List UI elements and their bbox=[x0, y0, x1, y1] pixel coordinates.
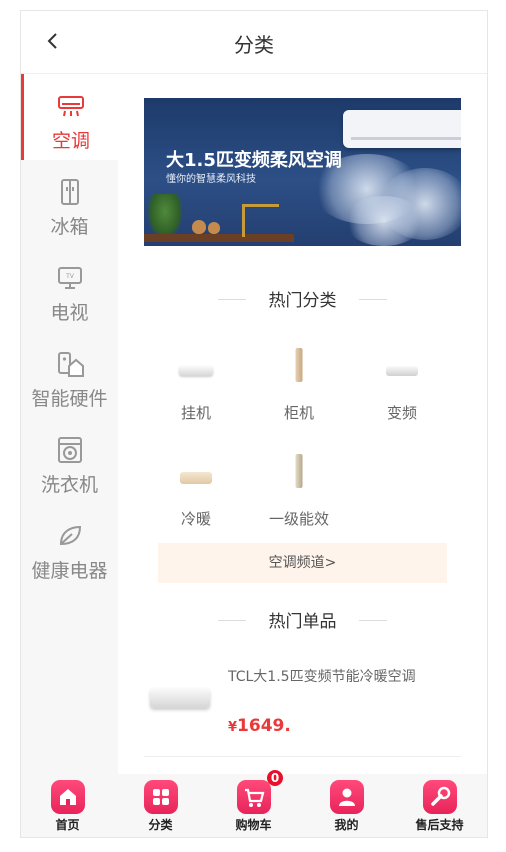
price-decimal: . bbox=[284, 716, 291, 736]
hot-categories-title: 热门分类 bbox=[118, 286, 487, 311]
home-icon bbox=[50, 780, 85, 814]
ac-channel-link[interactable]: 空调频道> bbox=[158, 543, 447, 583]
tab-home[interactable]: 首页 bbox=[21, 774, 114, 837]
svg-text:TV: TV bbox=[65, 273, 75, 280]
sidebar-item-label: 空调 bbox=[51, 130, 90, 152]
product-name: TCL大1.5匹变频节能冷暖空调 bbox=[228, 669, 416, 685]
cart-icon bbox=[236, 780, 271, 814]
hot-products-title: 热门单品 bbox=[118, 607, 487, 632]
air-conditioner-icon bbox=[57, 92, 85, 120]
tab-cart[interactable]: 购物车 bbox=[207, 774, 300, 837]
tab-label: 我的 bbox=[334, 818, 359, 832]
hot-category-item[interactable]: 挂机 bbox=[141, 342, 251, 432]
hot-category-item[interactable]: 一级能效 bbox=[244, 448, 354, 538]
promo-banner[interactable]: 大1.5匹变频柔风空调 懂你的智慧柔风科技 bbox=[144, 98, 461, 246]
vase-decoration bbox=[192, 220, 206, 234]
app-frame: 分类 空调 冰箱 TV 电视 智能硬件 洗衣机 健康电器 大1.5匹变频柔风空调… bbox=[20, 10, 488, 838]
tab-label: 购物车 bbox=[235, 818, 272, 832]
sidebar-item-washing-machine[interactable]: 洗衣机 bbox=[21, 418, 118, 504]
category-sidebar: 空调 冰箱 TV 电视 智能硬件 洗衣机 健康电器 bbox=[21, 74, 118, 774]
tab-label: 首页 bbox=[55, 818, 80, 832]
leaf-icon bbox=[56, 522, 84, 550]
page-title: 分类 bbox=[234, 33, 274, 57]
tab-label: 分类 bbox=[148, 818, 173, 832]
hot-category-item[interactable]: 变频 bbox=[347, 342, 457, 432]
wrench-icon bbox=[422, 780, 457, 814]
wall-ac-image bbox=[179, 366, 213, 376]
tab-category[interactable]: 分类 bbox=[114, 774, 207, 837]
sidebar-item-tv[interactable]: TV 电视 bbox=[21, 246, 118, 332]
sidebar-item-label: 电视 bbox=[50, 302, 89, 324]
sidebar-item-air-conditioner[interactable]: 空调 bbox=[21, 74, 118, 160]
vase-decoration bbox=[208, 222, 220, 234]
smart-home-icon bbox=[56, 350, 84, 378]
banner-headline: 大1.5匹变频柔风空调 bbox=[166, 150, 342, 171]
inverter-ac-image bbox=[386, 366, 418, 376]
user-icon bbox=[329, 780, 364, 814]
product-image bbox=[150, 688, 210, 708]
hot-category-label: 一级能效 bbox=[268, 510, 329, 528]
sidebar-item-label: 智能硬件 bbox=[31, 388, 108, 410]
hot-category-label: 挂机 bbox=[180, 404, 211, 422]
top-bar: 分类 bbox=[21, 11, 487, 74]
category-grid-icon bbox=[143, 780, 178, 814]
sidebar-item-label: 健康电器 bbox=[31, 560, 108, 582]
product-price: ¥1649. bbox=[228, 716, 291, 736]
tab-label: 售后支持 bbox=[415, 818, 464, 832]
airflow-cloud bbox=[344, 196, 424, 246]
sidebar-item-smart-hardware[interactable]: 智能硬件 bbox=[21, 332, 118, 418]
tab-after-sales[interactable]: 售后支持 bbox=[393, 774, 486, 837]
sidebar-item-health-appliance[interactable]: 健康电器 bbox=[21, 504, 118, 590]
category-content: 大1.5匹变频柔风空调 懂你的智慧柔风科技 热门分类 挂机 柜机 变频 冷暖 一… bbox=[118, 74, 487, 774]
bottom-tabbar: 首页 分类 购物车 我的 售后支持 bbox=[21, 774, 487, 837]
hot-category-label: 变频 bbox=[386, 404, 417, 422]
sidebar-item-label: 洗衣机 bbox=[40, 474, 98, 496]
fridge-icon bbox=[56, 178, 84, 206]
deer-figurine bbox=[242, 204, 279, 237]
tab-mine[interactable]: 我的 bbox=[300, 774, 393, 837]
air-conditioner-image bbox=[343, 110, 461, 148]
cart-count-badge: 0 bbox=[267, 770, 283, 786]
banner-subline: 懂你的智慧柔风科技 bbox=[166, 174, 256, 185]
plant-decoration bbox=[148, 194, 182, 238]
sidebar-item-label: 冰箱 bbox=[50, 216, 89, 238]
product-item[interactable]: TCL大1.5匹变频节能冷暖空调 ¥1649. bbox=[144, 648, 461, 757]
hot-category-item[interactable]: 柜机 bbox=[244, 342, 354, 432]
washing-machine-icon bbox=[56, 436, 84, 464]
tv-icon: TV bbox=[56, 264, 84, 292]
heating-cooling-ac-image bbox=[180, 472, 212, 484]
tower-ac-image bbox=[295, 348, 303, 382]
hot-category-label: 柜机 bbox=[283, 404, 314, 422]
hot-category-item[interactable]: 冷暖 bbox=[141, 448, 251, 538]
price-currency: ¥ bbox=[228, 720, 238, 735]
energy-efficient-ac-image bbox=[295, 454, 303, 488]
price-value: 1649 bbox=[237, 716, 285, 736]
hot-category-label: 冷暖 bbox=[180, 510, 211, 528]
sidebar-item-fridge[interactable]: 冰箱 bbox=[21, 160, 118, 246]
